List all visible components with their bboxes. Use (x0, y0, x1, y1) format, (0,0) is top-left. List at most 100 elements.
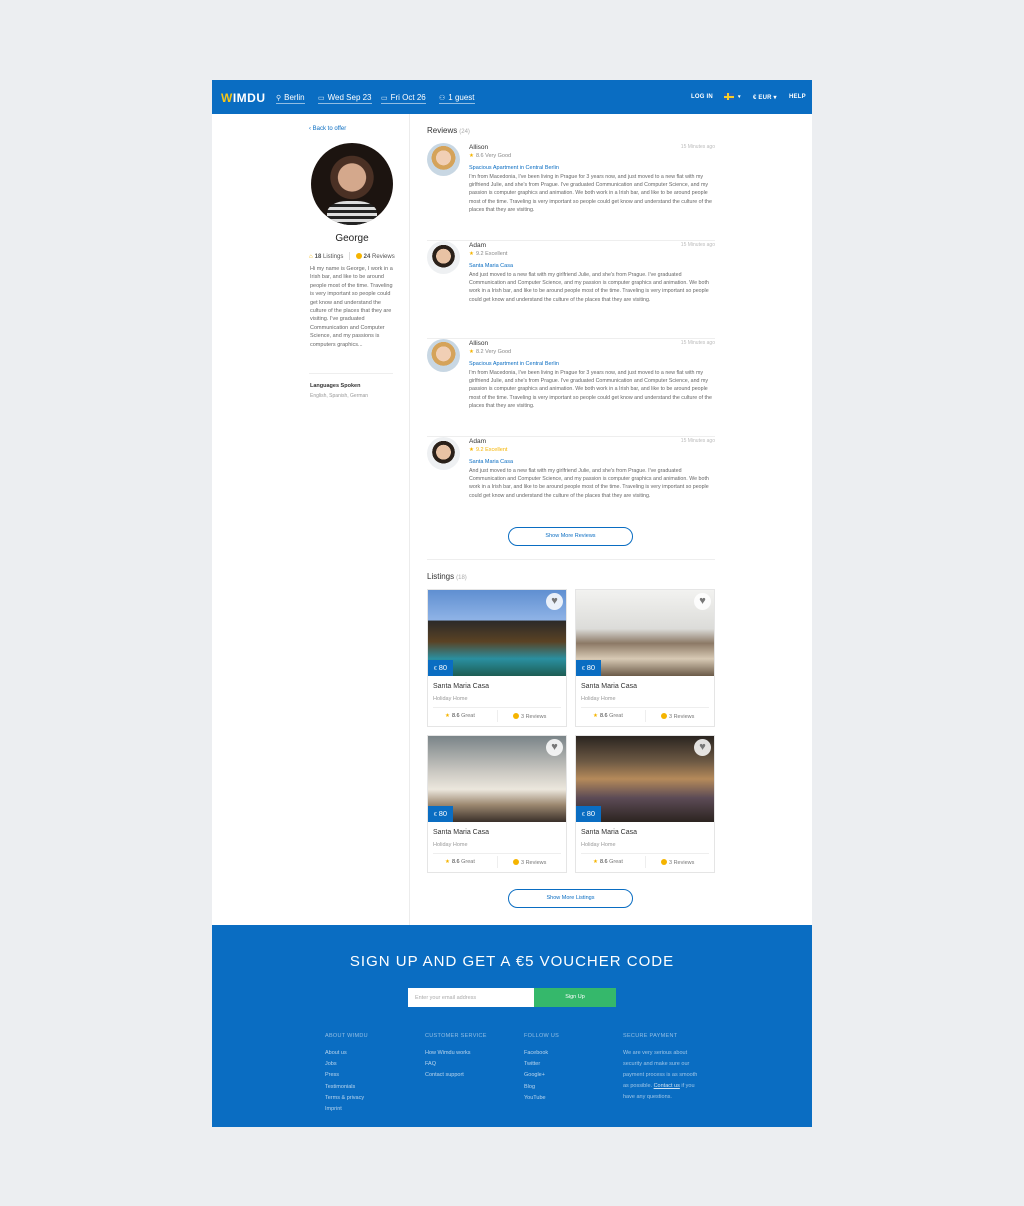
review-text: I'm from Macedonia, I've been living in … (469, 370, 712, 409)
footer-column-title: SECURE PAYMENT (623, 1033, 678, 1039)
review-bubble-icon (661, 859, 667, 865)
divider (309, 373, 393, 374)
footer-payment-column: SECURE PAYMENT We are very serious about… (623, 1033, 713, 1103)
listing-reviews: 3 Reviews (661, 713, 694, 720)
listing-title: Santa Maria Casa (581, 683, 638, 690)
footer-link-jobs[interactable]: Jobs (325, 1059, 415, 1070)
checkout-label: Fri Oct 26 (390, 93, 426, 102)
review-bubble-icon (661, 713, 667, 719)
footer-column-title: CUSTOMER SERVICE (425, 1033, 487, 1039)
review-time: 15 Minutes ago (680, 340, 715, 346)
contact-us-link[interactable]: Contact us (654, 1083, 680, 1089)
heart-icon[interactable]: ♥ (694, 593, 711, 610)
footer-link-faq[interactable]: FAQ (425, 1059, 515, 1070)
currency-symbol: € (581, 666, 585, 672)
heart-icon[interactable]: ♥ (546, 593, 563, 610)
divider (433, 707, 561, 708)
signup-button[interactable]: Sign Up (534, 988, 616, 1007)
listing-title: Santa Maria Casa (581, 829, 638, 836)
listings-label: Listings (322, 254, 344, 260)
footer-link-contact-support[interactable]: Contact support (425, 1070, 515, 1081)
location-selector[interactable]: ⚲ Berlin (276, 93, 305, 104)
footer-about-column: ABOUT WIMDU About us Jobs Press Testimon… (325, 1033, 415, 1115)
heart-icon[interactable]: ♥ (546, 739, 563, 756)
currency-symbol: € (433, 812, 437, 818)
reviews-title: Reviews (427, 126, 458, 135)
guests-selector[interactable]: ⚇ 1 guest (439, 93, 475, 104)
footer-link-imprint[interactable]: Imprint (325, 1104, 415, 1115)
divider (497, 710, 498, 722)
review-rating: ★ 8.6 Very Good (469, 153, 511, 159)
email-input[interactable] (408, 988, 534, 1007)
review-item: Allison 15 Minutes ago ★ 8.6 Very Good Sp… (427, 143, 715, 241)
wimdu-logo[interactable]: WIMDU (221, 91, 266, 105)
house-icon: ⌂ (309, 254, 313, 260)
host-avatar (311, 143, 393, 225)
login-link[interactable]: LOG IN (691, 94, 713, 100)
reviewed-listing-link[interactable]: Santa Maria Casa (469, 459, 513, 465)
footer-link-twitter[interactable]: Twitter (524, 1059, 614, 1070)
checkout-date-selector[interactable]: ▭ Fri Oct 26 (381, 93, 426, 104)
review-text: And just moved to a new flat with my gir… (469, 468, 709, 499)
reviews-heading: Reviews (24) (427, 126, 470, 135)
languages-heading: Languages Spoken (310, 383, 361, 389)
reviewed-listing-link[interactable]: Spacious Apartment in Central Berlin (469, 361, 559, 367)
reviews-count: 3 Reviews (669, 714, 695, 720)
rating-score: 8.6 (451, 713, 460, 719)
calendar-icon: ▭ (381, 95, 388, 102)
guests-label: 1 guest (448, 93, 475, 102)
star-icon: ★ (469, 153, 474, 159)
checkin-date-selector[interactable]: ▭ Wed Sep 23 (318, 93, 372, 104)
logo-w: W (221, 91, 233, 105)
signup-title: SIGN UP AND GET A €5 VOUCHER CODE (349, 953, 675, 970)
listing-card[interactable]: ♥ € 80 Santa Maria Casa Holiday Home ★ 8.… (427, 735, 567, 873)
help-link[interactable]: HELP (789, 94, 806, 100)
price-value: 80 (438, 809, 448, 818)
listing-card[interactable]: ♥ € 80 Santa Maria Casa Holiday Home ★ 8.… (427, 589, 567, 727)
listings-count: 18 (314, 254, 322, 260)
review-time: 15 Minutes ago (680, 242, 715, 248)
language-flag-icon[interactable] (724, 93, 734, 100)
footer-link-how-it-works[interactable]: How Wimdu works (425, 1048, 515, 1059)
listing-title: Santa Maria Casa (433, 829, 490, 836)
currency-symbol: € (581, 812, 585, 818)
listing-rating: ★ 8.6 Great (593, 859, 623, 865)
rating-text: 9.2 Excellent (475, 251, 508, 257)
heart-icon[interactable]: ♥ (694, 739, 711, 756)
rating-label: Great (609, 859, 623, 865)
reviewed-listing-link[interactable]: Spacious Apartment in Central Berlin (469, 165, 559, 171)
footer-link-press[interactable]: Press (325, 1070, 415, 1081)
rating-label: Great (461, 859, 475, 865)
review-bubble-icon (355, 253, 362, 259)
review-time: 15 Minutes ago (680, 144, 715, 150)
footer-link-google-plus[interactable]: Google+ (524, 1070, 614, 1081)
listings-total: (18) (456, 575, 467, 581)
listing-card[interactable]: ♥ € 80 Santa Maria Casa Holiday Home ★ 8.… (575, 735, 715, 873)
calendar-icon: ▭ (318, 95, 325, 102)
show-more-listings-button[interactable]: Show More Listings (508, 889, 633, 908)
footer-link-terms[interactable]: Terms & privacy (325, 1093, 415, 1104)
review-text: I'm from Macedonia, I've been living in … (469, 174, 712, 213)
currency-selector[interactable]: € EUR ▾ (753, 94, 777, 101)
location-label: Berlin (284, 93, 305, 102)
show-more-reviews-button[interactable]: Show More Reviews (508, 527, 633, 546)
rating-label: Great (461, 713, 475, 719)
listing-card[interactable]: ♥ € 80 Santa Maria Casa Holiday Home ★ 8.… (575, 589, 715, 727)
reviewed-listing-link[interactable]: Santa Maria Casa (469, 263, 513, 269)
footer-link-youtube[interactable]: YouTube (524, 1093, 614, 1104)
reviewer-name: Allison (469, 144, 489, 151)
footer-link-facebook[interactable]: Facebook (524, 1048, 614, 1059)
language-chevron-down-icon[interactable]: ▾ (738, 94, 741, 100)
footer-link-blog[interactable]: Blog (524, 1082, 614, 1093)
star-icon: ★ (445, 713, 450, 719)
person-icon: ⚇ (439, 95, 446, 102)
page-frame: WIMDU ⚲ Berlin ▭ Wed Sep 23 ▭ Fri Oct 26 ⚇ 1… (212, 80, 812, 1127)
footer-link-testimonials[interactable]: Testimonials (325, 1082, 415, 1093)
host-name: George (335, 233, 369, 244)
footer-link-about-us[interactable]: About us (325, 1048, 415, 1059)
reviewer-avatar (427, 241, 460, 274)
reviews-count: 24 (363, 254, 371, 260)
back-to-offer-link[interactable]: ‹ Back to offer (309, 126, 346, 132)
review-item: Adam 15 Minutes ago ★ 9.2 Excellent Santa… (427, 437, 715, 535)
secure-payment-text: We are very serious about security and m… (623, 1048, 699, 1103)
